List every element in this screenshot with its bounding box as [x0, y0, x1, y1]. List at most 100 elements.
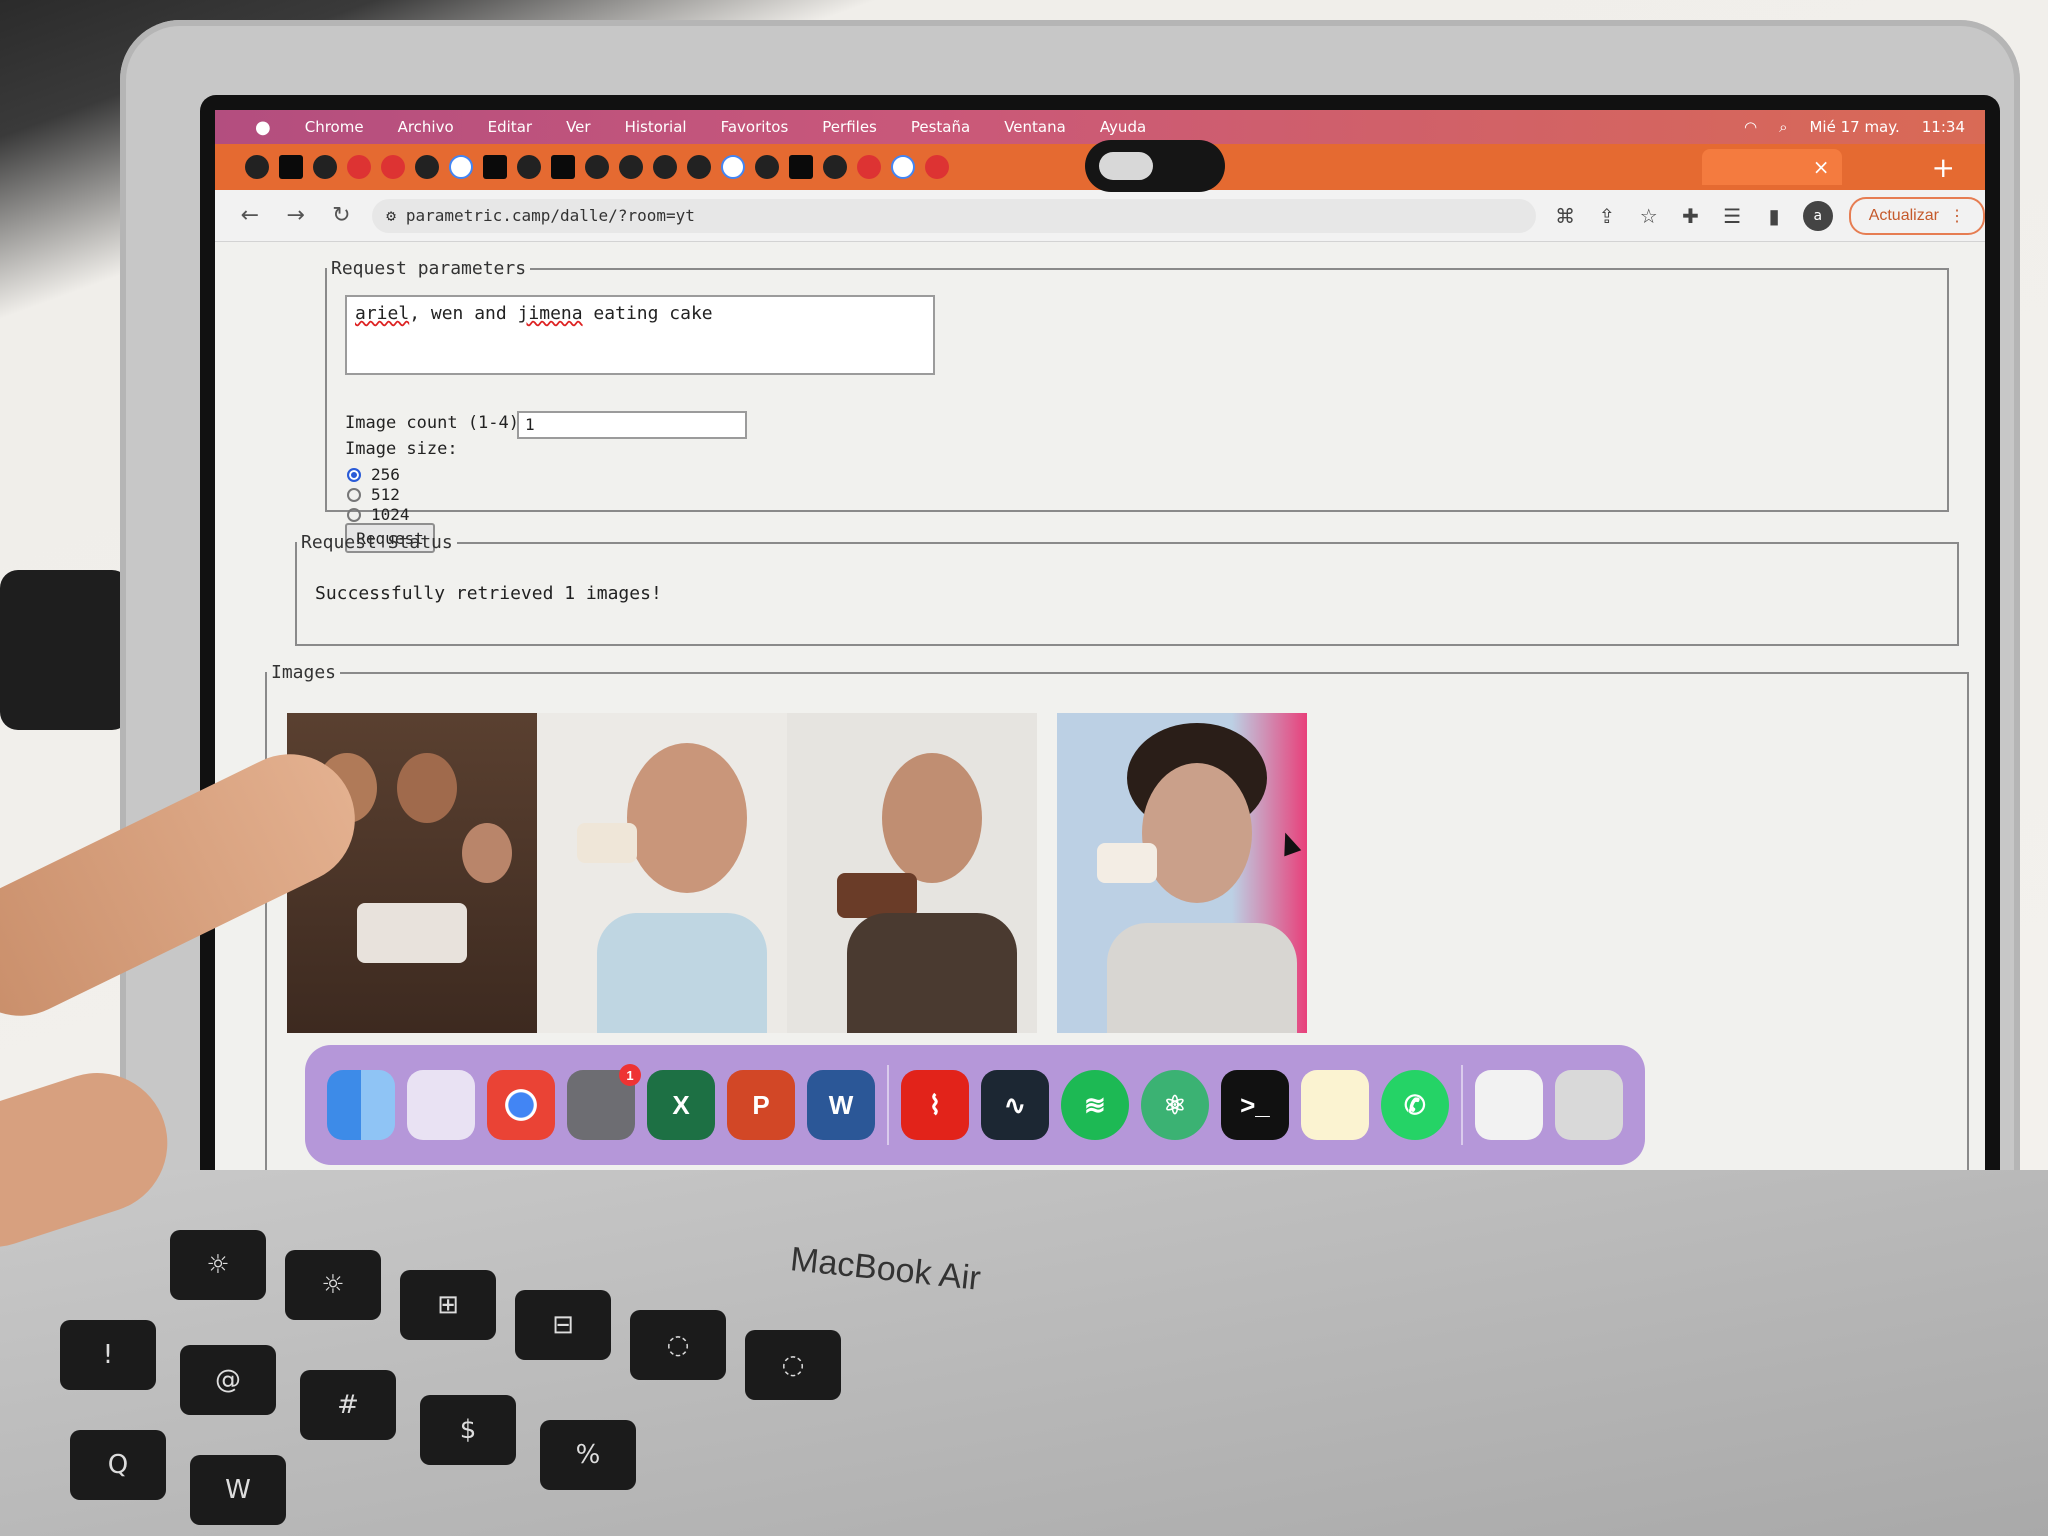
reload-icon[interactable]: ↻ — [327, 203, 357, 228]
menu-archivo[interactable]: Archivo — [398, 118, 454, 136]
menu-chrome[interactable]: Chrome — [305, 118, 364, 136]
powerpoint-icon[interactable]: P — [727, 1070, 795, 1140]
side-panel-icon[interactable]: ▮ — [1761, 204, 1787, 228]
key: $ — [420, 1395, 516, 1465]
extensions-icon[interactable]: ✚ — [1678, 204, 1704, 228]
share-icon[interactable]: ⇪ — [1594, 204, 1620, 228]
tab-favicon[interactable] — [755, 155, 779, 179]
menu-editar[interactable]: Editar — [488, 118, 532, 136]
key: ◌ — [745, 1330, 841, 1400]
forward-icon[interactable]: → — [281, 203, 311, 228]
key: @ — [180, 1345, 276, 1415]
menu-perfiles[interactable]: Perfiles — [822, 118, 877, 136]
translate-icon[interactable]: ⌘ — [1552, 204, 1578, 228]
generated-image-man-fork[interactable] — [787, 713, 1037, 1033]
google-tab-icon[interactable] — [891, 155, 915, 179]
google-tab-icon[interactable] — [449, 155, 473, 179]
generated-image-man-side[interactable] — [537, 713, 787, 1033]
menu-ayuda[interactable]: Ayuda — [1100, 118, 1146, 136]
prompt-textarea[interactable]: ariel, wen and jimena eating cake — [345, 295, 935, 375]
size-radio-512[interactable]: 512 — [347, 485, 400, 504]
radio-icon[interactable] — [347, 487, 361, 502]
notes-icon[interactable] — [1300, 1070, 1369, 1140]
menu-historial[interactable]: Historial — [625, 118, 687, 136]
youtube-tab-icon[interactable] — [347, 155, 371, 179]
size-option-label: 512 — [371, 485, 400, 504]
finder-icon[interactable] — [327, 1070, 395, 1140]
menubar-date[interactable]: Mié 17 may. — [1809, 118, 1899, 136]
key: # — [300, 1370, 396, 1440]
tab-favicon[interactable] — [585, 155, 609, 179]
image-count-input[interactable]: 1 — [517, 411, 747, 439]
google-tab-icon[interactable] — [721, 155, 745, 179]
tab-favicon[interactable] — [857, 155, 881, 179]
size-radio-256[interactable]: 256 — [347, 465, 400, 484]
tab-favicon[interactable] — [313, 155, 337, 179]
youtube-tab-icon[interactable] — [925, 155, 949, 179]
excel-icon[interactable]: X — [647, 1070, 715, 1140]
prompt-word: ariel — [355, 303, 410, 324]
key: ☼ — [285, 1250, 381, 1320]
radio-icon[interactable] — [347, 507, 361, 522]
menu-ventana[interactable]: Ventana — [1004, 118, 1066, 136]
tab-favicon[interactable] — [687, 155, 711, 179]
new-tab-button[interactable]: + — [1932, 151, 1955, 184]
youtube-tab-icon[interactable] — [381, 155, 405, 179]
generated-image-man-pink[interactable] — [1057, 713, 1307, 1033]
menubar-status: ◠ ⌕ Mié 17 may. 11:34 — [1744, 118, 1985, 136]
document-icon[interactable] — [1474, 1070, 1543, 1140]
search-icon[interactable]: ⌕ — [1779, 118, 1787, 136]
tab-favicon[interactable] — [551, 155, 575, 179]
apple-icon[interactable]: ● — [255, 117, 271, 138]
spotify-icon[interactable]: ≋ — [1060, 1070, 1129, 1140]
phone — [0, 570, 130, 730]
request-parameters-legend: Request parameters — [331, 258, 527, 279]
menu-pestana[interactable]: Pestaña — [911, 118, 970, 136]
chrome-icon[interactable] — [487, 1070, 555, 1140]
tab-favicon[interactable] — [517, 155, 541, 179]
launchpad-icon[interactable] — [407, 1070, 475, 1140]
terminal-icon[interactable]: >_ — [1220, 1070, 1289, 1140]
profile-avatar[interactable]: a — [1802, 200, 1833, 231]
key: Q — [70, 1430, 166, 1500]
tab-favicon[interactable] — [789, 155, 813, 179]
system-settings-icon[interactable]: 1 — [567, 1064, 641, 1140]
size-option-label: 256 — [371, 465, 400, 484]
tab-favicon[interactable] — [279, 155, 303, 179]
url-text[interactable]: parametric.camp/dalle/?room=yt — [406, 206, 695, 225]
update-button[interactable]: Actualizar ⋮ — [1848, 196, 1985, 235]
prompt-text: eating cake — [582, 303, 713, 324]
request-status-legend: Request Status — [301, 532, 453, 553]
menubar-time[interactable]: 11:34 — [1922, 118, 1965, 136]
more-menu-icon[interactable]: ⋮ — [1949, 206, 1965, 226]
radio-selected-icon[interactable] — [347, 467, 361, 482]
back-icon[interactable]: ← — [235, 203, 265, 228]
close-tab-icon[interactable]: × — [1813, 155, 1830, 179]
site-info-icon[interactable]: ⚙ — [386, 206, 396, 225]
active-tab[interactable]: × — [1701, 149, 1842, 185]
address-bar[interactable]: ⚙ parametric.camp/dalle/?room=yt — [372, 198, 1537, 233]
wifi-icon[interactable]: ◠ — [1744, 118, 1757, 136]
menu-ver[interactable]: Ver — [566, 118, 591, 136]
size-option-label: 1024 — [371, 505, 410, 524]
atom-icon[interactable]: ⚛ — [1140, 1070, 1209, 1140]
acrobat-icon[interactable]: ⌇ — [900, 1070, 969, 1140]
trash-icon[interactable] — [1554, 1070, 1623, 1140]
size-radio-1024[interactable]: 1024 — [347, 505, 410, 524]
tab-favicon[interactable] — [619, 155, 643, 179]
whatsapp-icon[interactable]: ✆ — [1380, 1070, 1449, 1140]
tab-favicon[interactable] — [415, 155, 439, 179]
menu-favoritos[interactable]: Favoritos — [721, 118, 789, 136]
key: ⊞ — [400, 1270, 496, 1340]
tab-favicon[interactable] — [653, 155, 677, 179]
tab-favicon[interactable] — [483, 155, 507, 179]
image-row — [287, 713, 1307, 1033]
word-icon[interactable]: W — [807, 1070, 875, 1140]
reading-list-icon[interactable]: ☰ — [1719, 204, 1745, 228]
macos-dock: 1 X P W ⌇ ∿ ≋ ⚛ >_ ✆ — [305, 1045, 1645, 1165]
bookmark-star-icon[interactable]: ☆ — [1636, 204, 1662, 228]
activity-monitor-icon[interactable]: ∿ — [980, 1070, 1049, 1140]
webcam-cover — [1085, 140, 1225, 192]
tab-favicon[interactable] — [823, 155, 847, 179]
tab-favicon[interactable] — [245, 155, 269, 179]
